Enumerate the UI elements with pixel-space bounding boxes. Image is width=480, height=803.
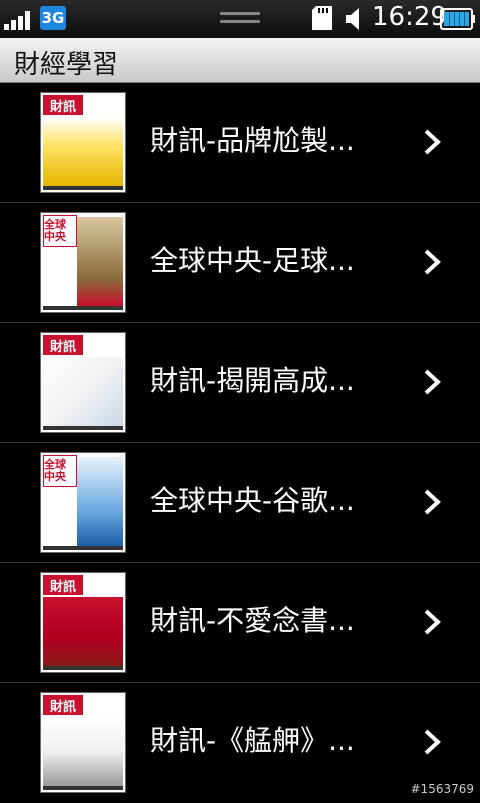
magazine-cover: 全球中央 xyxy=(40,212,126,313)
chevron-right-icon xyxy=(420,127,444,157)
page-title: 財經學習 xyxy=(14,44,118,81)
volume-icon xyxy=(344,6,366,32)
magazine-cover: 財訊 xyxy=(40,572,126,673)
list-item[interactable]: 全球中央 全球中央-谷歌... xyxy=(0,443,480,563)
list-item[interactable]: 財訊 財訊-不愛念書... xyxy=(0,563,480,683)
list-item-label: 財訊-《艋舺》... xyxy=(150,719,355,759)
network-3g-icon: 3G xyxy=(40,6,66,30)
list-item[interactable]: 全球中央 全球中央-足球... xyxy=(0,203,480,323)
cover-masthead: 財訊 xyxy=(43,335,83,355)
cover-masthead: 財訊 xyxy=(43,575,83,595)
chevron-right-icon xyxy=(420,247,444,277)
chevron-right-icon xyxy=(420,607,444,637)
magazine-cover: 全球中央 xyxy=(40,452,126,553)
chevron-right-icon xyxy=(420,487,444,517)
title-bar: 財經學習 xyxy=(0,38,480,83)
cover-masthead: 全球中央 xyxy=(43,455,77,487)
cover-masthead: 財訊 xyxy=(43,95,83,115)
chevron-right-icon xyxy=(420,367,444,397)
magazine-list: 財訊 財訊-品牌尬製... 全球中央 全球中央-足球... 財訊 財訊-揭開高成… xyxy=(0,83,480,803)
magazine-cover: 財訊 xyxy=(40,332,126,433)
list-item[interactable]: 財訊 財訊-品牌尬製... xyxy=(0,83,480,203)
battery-icon xyxy=(440,8,476,30)
cover-masthead: 財訊 xyxy=(43,695,83,715)
cover-masthead: 全球中央 xyxy=(43,215,77,247)
drag-handle-icon[interactable] xyxy=(220,12,260,24)
magazine-cover: 財訊 xyxy=(40,92,126,193)
chevron-right-icon xyxy=(420,727,444,757)
watermark: #1563769 xyxy=(411,782,475,796)
status-bar: 3G 16:29 xyxy=(0,0,480,38)
list-item-label: 財訊-揭開高成... xyxy=(150,359,355,399)
magazine-cover: 財訊 xyxy=(40,692,126,793)
list-item-label: 財訊-品牌尬製... xyxy=(150,119,355,159)
list-item-label: 全球中央-谷歌... xyxy=(150,479,355,519)
list-item[interactable]: 財訊 財訊-《艋舺》... xyxy=(0,683,480,803)
signal-icon xyxy=(4,8,34,30)
clock: 16:29 xyxy=(372,2,447,32)
list-item-label: 全球中央-足球... xyxy=(150,239,355,279)
list-item-label: 財訊-不愛念書... xyxy=(150,599,355,639)
list-item[interactable]: 財訊 財訊-揭開高成... xyxy=(0,323,480,443)
sd-card-icon xyxy=(312,6,332,30)
